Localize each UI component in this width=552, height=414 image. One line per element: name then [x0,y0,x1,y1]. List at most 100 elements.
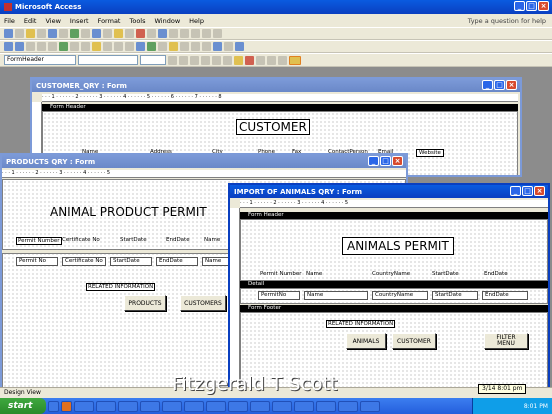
products-label-name[interactable]: Name [204,237,220,243]
menu-window[interactable]: Window [155,17,181,25]
taskbar-item-12[interactable] [316,400,336,412]
highlight-icon[interactable] [289,55,301,65]
rectangle-tool-icon[interactable] [202,29,211,38]
products-related-info[interactable]: RELATED INFORMATION [86,283,156,291]
customer-window-titlebar[interactable]: CUSTOMER_QRY : Form _ □ × [32,79,520,92]
option-group-icon[interactable] [48,29,57,38]
build-icon[interactable] [202,42,211,51]
help-search-box[interactable]: Type a question for help [468,17,546,25]
products-label-startdate[interactable]: StartDate [120,237,147,243]
customer-col-website[interactable]: Website [416,149,444,157]
cut-icon[interactable] [70,42,79,51]
subform-icon[interactable] [180,29,189,38]
customer-minimize-button[interactable]: _ [482,80,493,90]
animals-close-button[interactable]: × [534,186,545,196]
select-tool-icon[interactable] [4,29,13,38]
font-color-icon[interactable] [245,55,254,65]
clock[interactable]: 8:01 PM [524,403,548,410]
menu-help[interactable]: Help [189,17,204,25]
customer-form-header-bar[interactable]: Form Header [42,104,518,111]
animals-maximize-button[interactable]: □ [522,186,533,196]
products-label-permit-number[interactable]: Permit Number [16,237,62,245]
taskbar-item-1[interactable] [74,400,94,412]
taskbar-item-2[interactable] [96,400,116,412]
close-button[interactable]: × [538,1,549,11]
wizard-icon[interactable] [15,29,24,38]
taskbar-item-9[interactable] [250,400,270,412]
customer-maximize-button[interactable]: □ [494,80,505,90]
animals-form-window[interactable]: IMPORT OF ANIMALS QRY : Form _ □ × · · · 1… [228,183,550,389]
page-break-icon[interactable] [158,29,167,38]
taskbar-item-13[interactable] [338,400,358,412]
align-center-icon[interactable] [212,55,221,65]
preview-icon[interactable] [48,42,57,51]
filter-menu-button[interactable]: FILTER MENU [484,333,528,349]
products-minimize-button[interactable]: _ [368,156,379,166]
line-color-icon[interactable] [256,55,265,65]
animals-form-footer-bar[interactable]: Form Footer [240,305,548,312]
products-field-permit-no[interactable]: Permit No [16,257,58,266]
customer-close-button[interactable]: × [506,80,517,90]
customer-heading[interactable]: CUSTOMER [236,119,310,135]
checkbox-tool-icon[interactable] [81,29,90,38]
products-close-button[interactable]: × [392,156,403,166]
animals-related-info[interactable]: RELATED INFORMATION [326,320,396,328]
underline-icon[interactable] [190,55,199,65]
taskbar-item-8[interactable] [228,400,248,412]
field-list-icon[interactable] [147,42,156,51]
products-button[interactable]: PRODUCTS [124,295,166,311]
format-painter-icon[interactable] [103,42,112,51]
database-window-icon[interactable] [213,42,222,51]
textbox-tool-icon[interactable] [37,29,46,38]
animals-field-enddate[interactable]: EndDate [482,291,528,300]
taskbar-item-7[interactable] [206,400,226,412]
toggle-icon[interactable] [59,29,68,38]
object-combo[interactable]: FormHeader [4,55,76,65]
animals-label-enddate[interactable]: EndDate [484,271,508,277]
bold-icon[interactable] [168,55,177,65]
quicklaunch-ie-icon[interactable] [48,400,59,412]
animals-window-titlebar[interactable]: IMPORT OF ANIMALS QRY : Form _ □ × [230,185,548,198]
unbound-frame-icon[interactable] [136,29,145,38]
menu-edit[interactable]: Edit [24,17,37,25]
animals-detail-bar[interactable]: Detail [240,281,548,288]
products-field-certificate[interactable]: Certificate No [62,257,106,266]
code-icon[interactable] [180,42,189,51]
menu-insert[interactable]: Insert [70,17,89,25]
animals-label-country[interactable]: CountryName [372,271,410,277]
start-button[interactable]: start [0,398,46,414]
redo-icon[interactable] [125,42,134,51]
print-icon[interactable] [37,42,46,51]
products-field-startdate[interactable]: StartDate [110,257,152,266]
autoformat-icon[interactable] [169,42,178,51]
undo-icon[interactable] [114,42,123,51]
animals-minimize-button[interactable]: _ [510,186,521,196]
animals-label-permit-number[interactable]: Permit Number [260,271,302,277]
animals-button[interactable]: ANIMALS [346,333,386,349]
animals-heading[interactable]: ANIMALS PERMIT [342,237,454,255]
label-tool-icon[interactable] [26,29,35,38]
taskbar-item-4[interactable] [140,400,160,412]
animals-field-country[interactable]: CountryName [372,291,428,300]
more-controls-icon[interactable] [213,29,222,38]
copy-icon[interactable] [81,42,90,51]
products-window-titlebar[interactable]: PRODUCTS QRY : Form _ □ × [2,155,406,168]
font-size-combo[interactable] [140,55,166,65]
combo-tool-icon[interactable] [92,29,101,38]
option-button-icon[interactable] [70,29,79,38]
customers-button[interactable]: CUSTOMERS [180,295,226,311]
search-icon[interactable] [26,42,35,51]
font-combo[interactable] [78,55,138,65]
paste-icon[interactable] [92,42,101,51]
line-width-icon[interactable] [267,55,276,65]
command-button-icon[interactable] [114,29,123,38]
animals-form-header-bar[interactable]: Form Header [240,212,548,219]
tab-control-icon[interactable] [169,29,178,38]
animals-field-permit-no[interactable]: PermitNo [258,291,300,300]
taskbar-item-10[interactable] [272,400,292,412]
menu-format[interactable]: Format [98,17,121,25]
products-field-enddate[interactable]: EndDate [156,257,198,266]
taskbar-item-6[interactable] [184,400,204,412]
menu-view[interactable]: View [45,17,60,25]
taskbar-item-11[interactable] [294,400,314,412]
